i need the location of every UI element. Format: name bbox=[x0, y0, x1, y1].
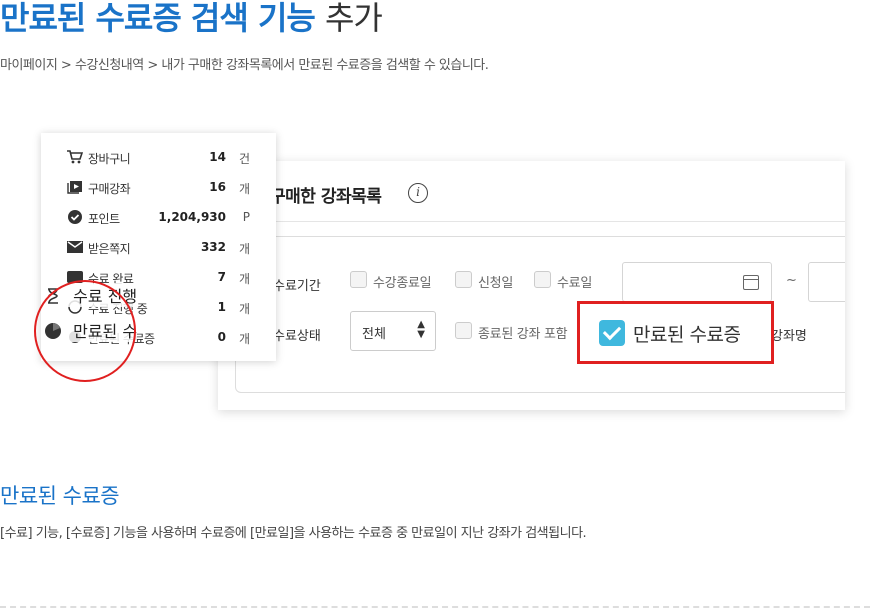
menu-item-value: 7 bbox=[217, 270, 226, 284]
expired-certificate-checkbox[interactable] bbox=[599, 320, 625, 346]
check-circle-icon bbox=[68, 210, 82, 224]
menu-item-points[interactable]: 포인트 1,204,930 P bbox=[67, 208, 250, 228]
menu-item-unit: 개 bbox=[238, 272, 250, 286]
menu-item-value: 14 bbox=[209, 150, 226, 164]
info-icon[interactable]: i bbox=[408, 183, 428, 203]
date-separator: ~ bbox=[786, 273, 797, 288]
emphasis-circle bbox=[34, 280, 136, 382]
menu-item-courses[interactable]: 구매강좌 16 개 bbox=[67, 178, 250, 198]
play-icon bbox=[67, 181, 82, 194]
menu-item-label: 포인트 bbox=[88, 212, 120, 226]
menu-item-value: 1 bbox=[217, 300, 226, 314]
panel-title: 구매한 강좌목록 bbox=[270, 187, 382, 207]
menu-item-unit: 건 bbox=[238, 152, 250, 166]
menu-item-messages[interactable]: 받은쪽지 332 개 bbox=[67, 238, 250, 258]
breadcrumb: 마이페이지 > 수강신청내역 > 내가 구매한 강좌목록에서 만료된 수료증을 … bbox=[0, 58, 489, 73]
section-subtitle: 만료된 수료증 bbox=[0, 484, 120, 508]
menu-item-label: 장바구니 bbox=[88, 152, 131, 166]
expired-certificate-label: 만료된 수료증 bbox=[633, 324, 741, 346]
divider bbox=[0, 606, 870, 608]
calendar-icon[interactable] bbox=[743, 275, 759, 290]
menu-item-unit: P bbox=[242, 210, 250, 224]
menu-item-unit: 개 bbox=[238, 302, 250, 316]
menu-item-label: 구매강좌 bbox=[88, 182, 131, 196]
title-rest: 추가 bbox=[324, 0, 383, 37]
menu-item-label: 받은쪽지 bbox=[88, 242, 131, 256]
date-to-input[interactable] bbox=[808, 262, 845, 302]
menu-item-value: 1,204,930 bbox=[158, 210, 226, 224]
checkbox-complete-date[interactable] bbox=[534, 271, 551, 288]
cart-icon bbox=[67, 150, 83, 164]
menu-item-value: 16 bbox=[209, 180, 226, 194]
option-end-date: 수강종료일 bbox=[373, 276, 432, 291]
panel-divider bbox=[218, 221, 845, 222]
checkbox-end-date[interactable] bbox=[350, 271, 367, 288]
checkbox-include-ended[interactable] bbox=[455, 322, 472, 339]
option-apply-date: 신청일 bbox=[478, 276, 513, 291]
menu-item-value: 0 bbox=[217, 330, 226, 344]
menu-item-cart[interactable]: 장바구니 14 건 bbox=[67, 148, 250, 168]
title-highlight: 만료된 수료증 검색 기능 bbox=[0, 0, 316, 37]
period-label: 수료기간 bbox=[273, 279, 321, 294]
sort-arrows-icon: ▲ ▼ bbox=[417, 319, 425, 340]
mail-icon bbox=[67, 241, 83, 253]
include-ended-label: 종료된 강좌 포함 bbox=[478, 327, 568, 342]
checkbox-apply-date[interactable] bbox=[455, 271, 472, 288]
menu-item-unit: 개 bbox=[238, 242, 250, 256]
course-name-label: 강좌명 bbox=[771, 329, 807, 344]
section-description: [수료] 기능, [수료증] 기능을 사용하며 수료증에 [만료일]을 사용하는… bbox=[0, 526, 587, 541]
purchased-courses-panel: 구매한 강좌목록 i 수료기간 수강종료일 신청일 수료일 ~ 수료상태 전체 … bbox=[218, 161, 845, 410]
menu-item-value: 332 bbox=[200, 240, 226, 254]
expired-certificate-highlight: 만료된 수료증 bbox=[577, 301, 774, 364]
menu-item-unit: 개 bbox=[238, 332, 250, 346]
option-complete-date: 수료일 bbox=[557, 276, 592, 291]
page-title: 만료된 수료증 검색 기능 추가 bbox=[0, 0, 383, 40]
status-select[interactable]: 전체 ▲ ▼ bbox=[350, 311, 436, 351]
date-from-input[interactable] bbox=[622, 262, 772, 302]
status-label: 수료상태 bbox=[273, 329, 321, 344]
status-select-value: 전체 bbox=[362, 327, 386, 342]
menu-item-unit: 개 bbox=[238, 182, 250, 196]
